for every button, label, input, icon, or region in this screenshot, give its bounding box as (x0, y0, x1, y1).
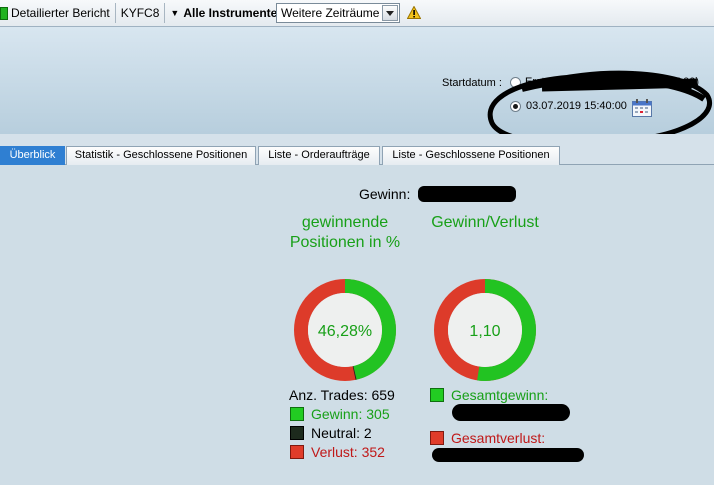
neutral-legend-swatch (290, 426, 304, 440)
warning-icon[interactable] (407, 6, 421, 19)
total-loss-label: Gesamtverlust: (451, 430, 546, 446)
redacted-total-loss (432, 448, 584, 462)
tab-overview[interactable]: Überblick (0, 146, 65, 165)
redacted-total-profit (452, 404, 570, 421)
win-percentage-donut: 46,28% (294, 279, 396, 381)
triangle-down-icon: ▼ (170, 8, 180, 18)
report-icon (0, 6, 8, 20)
wins-stat: Gewinn: 305 (290, 406, 390, 422)
total-loss-stat: Gesamtverlust: (430, 430, 545, 446)
trade-count: Anz. Trades: 659 (289, 387, 395, 403)
losses-label: Verlust: 352 (311, 444, 385, 460)
total-profit-label: Gesamtgewinn: (451, 387, 549, 403)
win-percentage-title: gewinnende Positionen in % (289, 214, 401, 251)
neutral-label: Neutral: 2 (311, 425, 372, 441)
tab-order-list[interactable]: Liste - Orderaufträge (258, 146, 380, 165)
win-legend-swatch (290, 407, 304, 421)
profit-loss-ratio-value: 1,10 (469, 323, 500, 340)
wins-label: Gewinn: 305 (311, 406, 390, 422)
profit-loss-donut: 1,10 (434, 279, 536, 381)
redacted-value (418, 186, 516, 202)
losses-stat: Verlust: 352 (290, 444, 385, 460)
detailed-report-label: Detailierter Bericht (11, 6, 110, 20)
profit-loss-title: Gewinn/Verlust (431, 214, 539, 231)
period-select-value: Weitere Zeiträume (281, 6, 380, 20)
win-percentage-value: 46,28% (318, 323, 372, 340)
chevron-down-icon (386, 11, 394, 16)
tab-bar: Überblick Statistik - Geschlossene Posit… (0, 134, 714, 165)
profit-label: Gewinn: (359, 186, 411, 202)
total-profit-swatch (430, 388, 444, 402)
total-profit-stat: Gesamtgewinn: (430, 387, 548, 403)
period-select-toggle[interactable] (382, 5, 398, 21)
instruments-label: Alle Instrumente (183, 6, 278, 20)
tab-closed-positions-list[interactable]: Liste - Geschlossene Positionen (382, 146, 560, 165)
tab-statistics-closed[interactable]: Statistik - Geschlossene Positionen (66, 146, 256, 165)
instruments-dropdown[interactable]: ▼ Alle Instrumente (165, 0, 282, 27)
loss-legend-swatch (290, 445, 304, 459)
detailed-report-button[interactable]: Detailierter Bericht (0, 0, 115, 27)
neutral-stat: Neutral: 2 (290, 425, 372, 441)
date-panel: Startdatum : Erstes D 7.00) 03.07.2019 1… (0, 27, 714, 147)
overview-content: Gewinn: gewinnende Positionen in % Gewin… (0, 165, 714, 485)
account-label: KYFC8 (120, 6, 160, 20)
period-select[interactable]: Weitere Zeiträume (276, 3, 400, 23)
total-loss-swatch (430, 431, 444, 445)
